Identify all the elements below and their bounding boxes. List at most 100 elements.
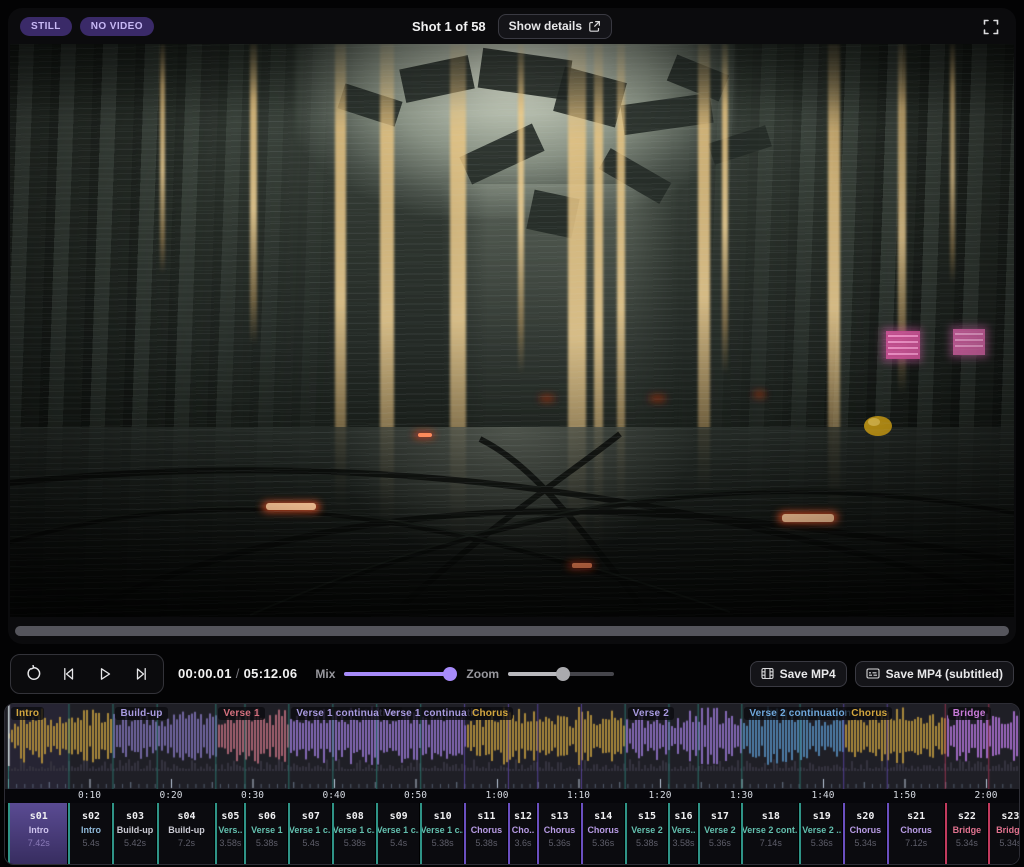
shot-cell-s19[interactable]: s19Verse 2 ..5.36s [799,803,843,864]
video-scrollbar[interactable] [15,626,1009,636]
shot-cell-s03[interactable]: s03 Build-up 5.42s [112,803,156,864]
shot-cell-s23[interactable]: s23Bridge5.34s [988,803,1019,864]
shot-duration: 5.34s [854,838,876,848]
player-header: STILLNO VIDEO Shot 1 of 58 Show details [8,8,1016,44]
shot-cell-s08[interactable]: s08Verse 1 c..5.38s [332,803,376,864]
shot-section-name: Vers.. [671,825,695,835]
shot-id: s04 [177,811,195,822]
shot-id: s10 [434,811,452,822]
ruler-time-label: 1:00 [486,790,509,801]
status-badge-still: STILL [20,17,72,36]
shot-section-name: Build-up [168,825,205,835]
shot-duration: 5.38s [432,838,454,848]
shot-id: s22 [958,811,976,822]
shot-id: s15 [638,811,656,822]
shot-cell-s14[interactable]: s14Chorus5.36s [581,803,625,864]
skip-forward-button[interactable] [125,659,157,689]
time-ruler: 0:100:200:300:400:501:001:101:201:301:40… [5,789,1019,803]
shot-section-name: Vers.. [218,825,242,835]
shot-id: s11 [477,811,495,822]
section-label-chip: Chorus [846,707,892,720]
shot-cell-s04[interactable]: s04 Build-up 7.2s [157,803,216,864]
ruler-time-label: 1:40 [812,790,835,801]
shot-cell-s10[interactable]: s10 Verse 1 c.. 5.38s [420,803,464,864]
section-label-chip: Build-up [115,707,167,720]
shot-cell-s16[interactable]: s16Vers..3.58s [668,803,697,864]
shot-id: s01 [30,811,48,822]
shot-section-name: Build-up [117,825,154,835]
skip-back-button[interactable] [53,659,85,689]
shot-duration: 5.38s [475,838,497,848]
shot-section-name: Cho.. [512,825,535,835]
shot-duration: 5.34s [999,838,1019,848]
shot-cell-s18[interactable]: s18Verse 2 cont..7.14s [741,803,799,864]
shot-cell-s05[interactable]: s05Vers..3.58s [215,803,244,864]
section-label-chip: Chorus [467,707,513,720]
shot-id: s19 [813,811,831,822]
external-link-icon [588,20,601,33]
shot-id: s03 [126,811,144,822]
shot-section-name: Verse 1 c.. [333,825,376,835]
mix-slider[interactable] [344,667,450,681]
time-separator: / [232,666,244,681]
shot-cell-s06[interactable]: s06Verse 15.38s [244,803,288,864]
shot-section-name: Verse 1 c.. [289,825,333,835]
waveform-zone[interactable]: IntroBuild-upVerse 1Verse 1 continuation… [5,704,1019,789]
zoom-slider[interactable] [508,667,614,681]
shot-section-name: Intro [81,825,101,835]
shot-section-name: Verse 1 c.. [377,825,421,835]
shot-duration: 3.58s [219,838,241,848]
shot-id: s06 [258,811,276,822]
show-details-button[interactable]: Show details [498,14,612,39]
shot-duration: 5.4s [302,838,319,848]
save-mp4-subtitled-button[interactable]: Save MP4 (subtitled) [855,661,1014,687]
shot-cell-s17[interactable]: s17Verse 25.36s [698,803,742,864]
timeline-panel: IntroBuild-upVerse 1Verse 1 continuation… [4,703,1020,865]
shot-id: s14 [594,811,612,822]
section-label-chip: Intro [11,707,44,720]
play-button[interactable] [89,659,121,689]
mix-slider-thumb[interactable] [443,667,457,681]
shot-duration: 7.2s [178,838,195,848]
save-mp4-button[interactable]: Save MP4 [750,661,847,687]
time-display: 00:00.01/05:12.06 [178,666,297,681]
shot-duration: 5.34s [956,838,978,848]
shot-duration: 5.42s [124,838,146,848]
save-mp4-subtitled-label: Save MP4 (subtitled) [886,667,1003,681]
zoom-slider-thumb[interactable] [556,667,570,681]
shot-id: s13 [550,811,568,822]
shot-id: s12 [514,811,532,822]
section-label-chip: Verse 1 [218,707,264,720]
shot-cell-s13[interactable]: s13Chorus5.36s [537,803,581,864]
shot-cell-s22[interactable]: s22Bridge5.34s [945,803,989,864]
zoom-label: Zoom [466,667,499,681]
shot-cell-s12[interactable]: s12Cho..3.6s [508,803,537,864]
player-scroll-strip [8,617,1016,644]
transport-bar: 00:00.01/05:12.06 Mix Zoom Save MP4 Save… [0,644,1024,703]
shot-cell-s02[interactable]: s02Intro5.4s [68,803,112,864]
shot-duration: 7.14s [760,838,782,848]
shot-cell-s11[interactable]: s11Chorus5.38s [464,803,508,864]
shot-section-name: Chorus [544,825,576,835]
ruler-time-label: 1:10 [567,790,590,801]
shot-cell-s09[interactable]: s09Verse 1 c..5.4s [376,803,420,864]
shot-id: s17 [711,811,729,822]
total-time: 05:12.06 [244,666,298,681]
shot-section-name: Verse 1 c.. [421,825,464,835]
shot-cell-s20[interactable]: s20Chorus5.34s [843,803,887,864]
shot-cell-s01[interactable]: s01Intro7.42s [8,803,68,864]
restart-button[interactable] [17,659,49,689]
shot-duration: 5.36s [709,838,731,848]
save-mp4-label: Save MP4 [780,667,836,681]
shot-cell-s21[interactable]: s21Chorus7.12s [887,803,945,864]
shot-counter-title: Shot 1 of 58 [412,19,486,34]
show-details-label: Show details [509,19,582,33]
shot-section-name: Chorus [900,825,932,835]
shot-duration: 7.12s [905,838,927,848]
ruler-time-label: 1:20 [649,790,672,801]
vignette-overlay [10,44,1014,617]
shot-cell-s15[interactable]: s15Verse 25.38s [625,803,669,864]
fullscreen-icon[interactable] [982,17,1002,37]
shot-cell-s07[interactable]: s07Verse 1 c..5.4s [288,803,332,864]
video-preview[interactable] [10,44,1014,617]
